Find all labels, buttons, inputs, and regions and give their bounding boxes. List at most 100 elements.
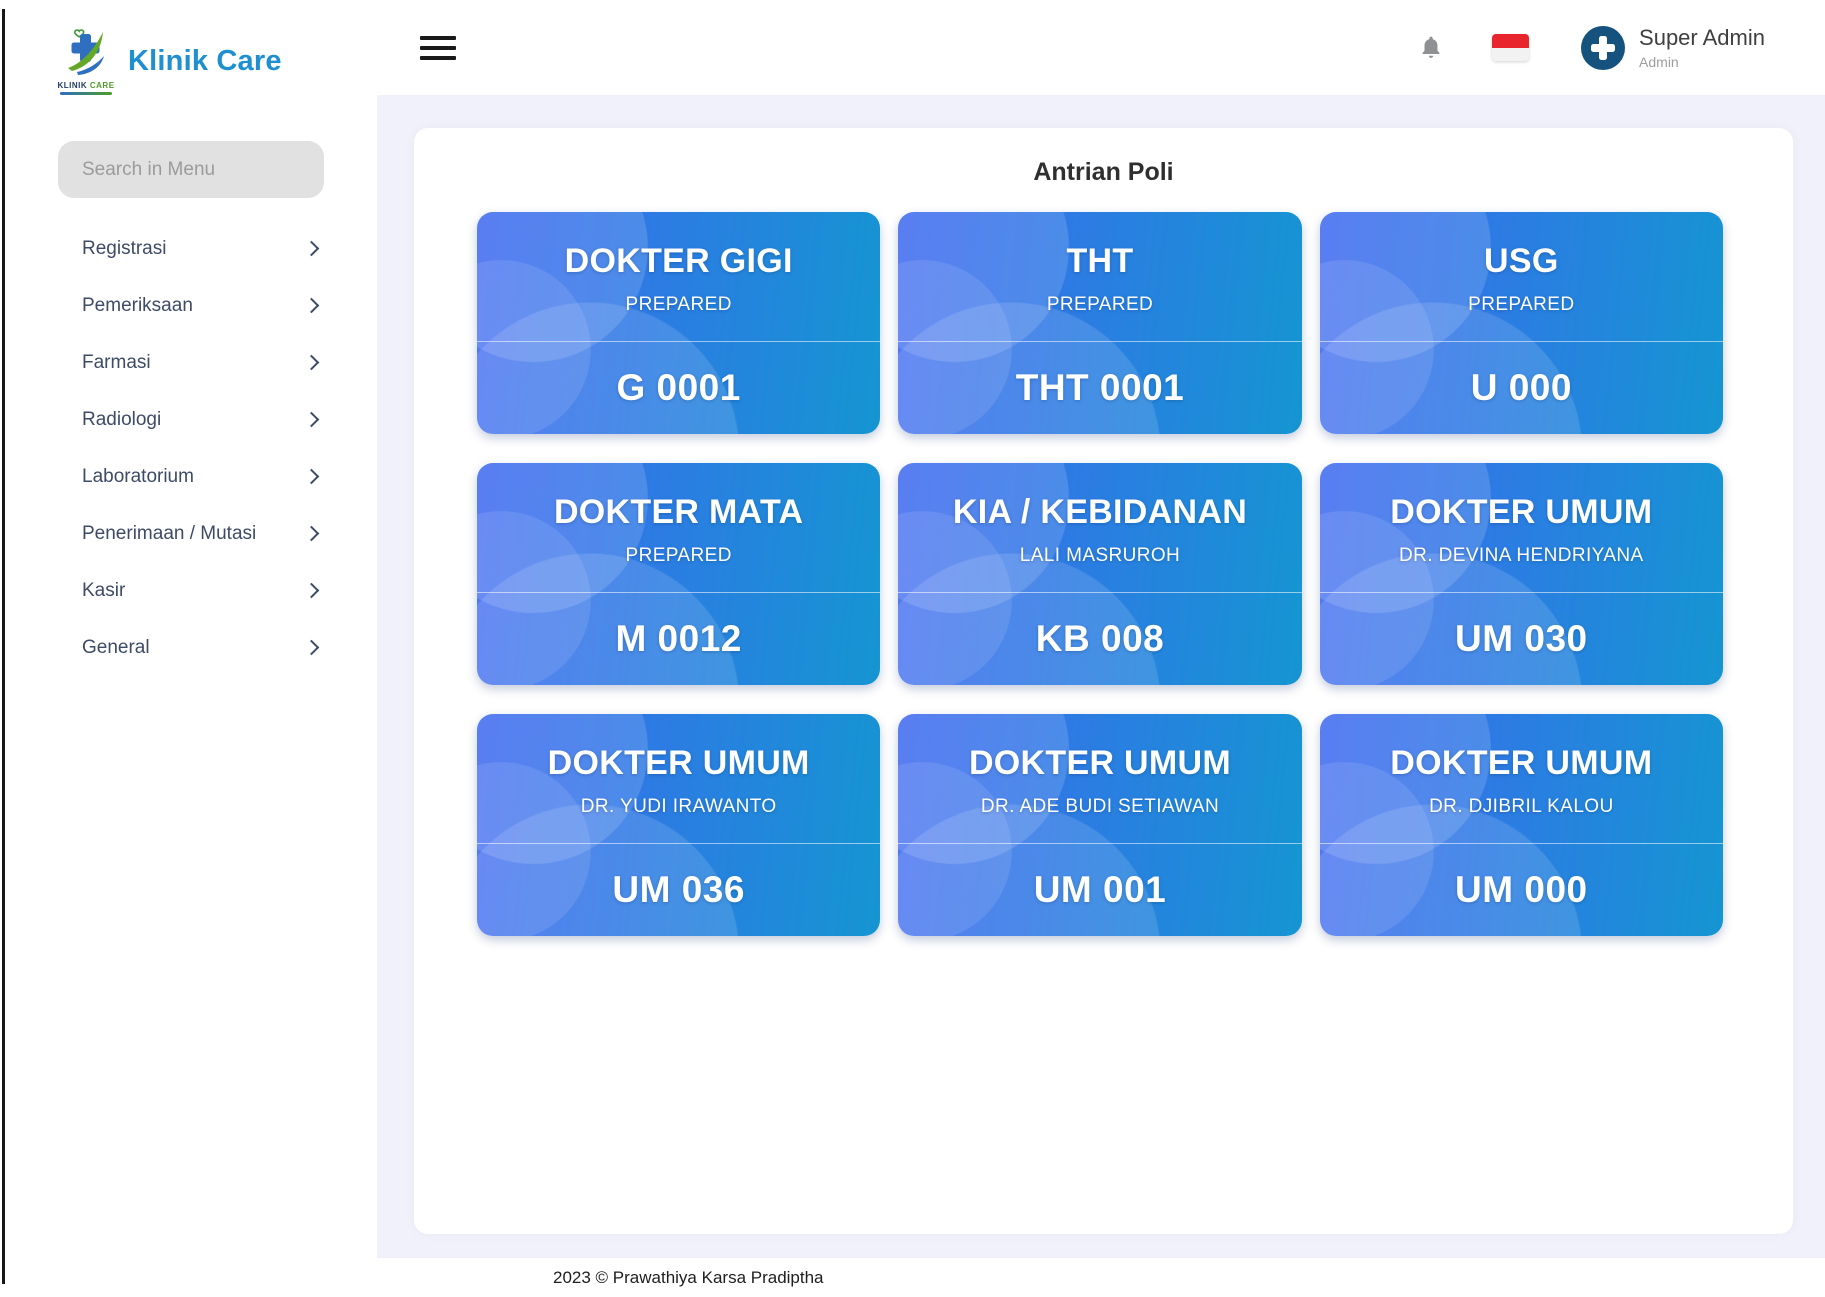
poli-subtitle: DR. DEVINA HENDRIYANA <box>1399 545 1644 567</box>
user-meta: Super Admin Admin <box>1639 25 1765 70</box>
poli-name: DOKTER UMUM <box>1390 744 1652 783</box>
queue-grid: DOKTER GIGI PREPARED G 0001 THT PREPARED… <box>477 212 1723 936</box>
notifications-button[interactable] <box>1418 34 1444 61</box>
queue-card-body: UM 030 <box>1320 593 1723 685</box>
sidebar-item-label: Pemeriksaan <box>82 295 193 317</box>
poli-name: DOKTER UMUM <box>969 744 1231 783</box>
logo-tagline <box>60 92 112 95</box>
sidebar-item-label: Penerimaan / Mutasi <box>82 523 256 545</box>
user-profile-button[interactable]: Super Admin Admin <box>1581 25 1765 70</box>
sidebar-item-registrasi[interactable]: Registrasi <box>0 220 377 277</box>
poli-subtitle: DR. YUDI IRAWANTO <box>581 796 777 818</box>
queue-card-body: KB 008 <box>898 593 1301 685</box>
queue-card: DOKTER UMUM DR. DJIBRIL KALOU UM 000 <box>1320 714 1723 936</box>
chevron-right-icon <box>304 298 320 314</box>
brand-wordmark: Klinik Care <box>128 45 282 78</box>
sidebar-item-laboratorium[interactable]: Laboratorium <box>0 448 377 505</box>
sidebar-item-penerimaan-mutasi[interactable]: Penerimaan / Mutasi <box>0 505 377 562</box>
queue-number: UM 000 <box>1455 869 1588 911</box>
search-input[interactable] <box>58 141 324 198</box>
main-content: Antrian Poli DOKTER GIGI PREPARED G 0001… <box>377 95 1825 1258</box>
hamburger-menu-icon[interactable] <box>420 36 456 60</box>
poli-subtitle: PREPARED <box>1468 294 1574 316</box>
language-flag-button[interactable] <box>1492 34 1529 61</box>
queue-card: THT PREPARED THT 0001 <box>898 212 1301 434</box>
antrian-poli-panel: Antrian Poli DOKTER GIGI PREPARED G 0001… <box>414 128 1793 1234</box>
sidebar-item-general[interactable]: General <box>0 619 377 676</box>
queue-number: UM 001 <box>1034 869 1167 911</box>
sidebar-menu: Registrasi Pemeriksaan Farmasi Radiologi… <box>0 220 377 676</box>
poli-subtitle: PREPARED <box>626 545 732 567</box>
poli-name: DOKTER MATA <box>554 493 803 532</box>
app-root: KLINIK CARE Klinik Care Registrasi Pemer… <box>0 0 1825 1297</box>
chevron-right-icon <box>304 526 320 542</box>
footer: 2023 © Prawathiya Karsa Pradiptha <box>377 1258 1825 1297</box>
queue-number: M 0012 <box>615 618 741 660</box>
poli-subtitle: LALI MASRUROH <box>1020 545 1180 567</box>
queue-number: THT 0001 <box>1016 367 1185 409</box>
sidebar-item-farmasi[interactable]: Farmasi <box>0 334 377 391</box>
queue-card-header: DOKTER MATA PREPARED <box>477 463 880 593</box>
queue-card-header: USG PREPARED <box>1320 212 1723 342</box>
chevron-right-icon <box>304 355 320 371</box>
sidebar-item-label: General <box>82 637 150 659</box>
bell-icon <box>1418 34 1444 61</box>
brand-logo[interactable]: KLINIK CARE Klinik Care <box>0 0 377 95</box>
sidebar-item-radiologi[interactable]: Radiologi <box>0 391 377 448</box>
chevron-right-icon <box>304 412 320 428</box>
poli-name: DOKTER UMUM <box>548 744 810 783</box>
poli-subtitle: DR. ADE BUDI SETIAWAN <box>981 796 1219 818</box>
queue-card-body: U 000 <box>1320 342 1723 434</box>
chevron-right-icon <box>304 583 320 599</box>
poli-subtitle: PREPARED <box>626 294 732 316</box>
copyright-text: 2023 © Prawathiya Karsa Pradiptha <box>553 1268 824 1288</box>
queue-card-header: DOKTER UMUM DR. ADE BUDI SETIAWAN <box>898 714 1301 844</box>
user-avatar <box>1581 26 1625 70</box>
user-name: Super Admin <box>1639 25 1765 51</box>
queue-card: DOKTER UMUM DR. ADE BUDI SETIAWAN UM 001 <box>898 714 1301 936</box>
poli-name: DOKTER GIGI <box>565 242 793 281</box>
sidebar-item-label: Farmasi <box>82 352 151 374</box>
queue-card: DOKTER MATA PREPARED M 0012 <box>477 463 880 685</box>
poli-subtitle: PREPARED <box>1047 294 1153 316</box>
poli-subtitle: DR. DJIBRIL KALOU <box>1429 796 1614 818</box>
sidebar-item-pemeriksaan[interactable]: Pemeriksaan <box>0 277 377 334</box>
poli-name: KIA / KEBIDANAN <box>953 493 1247 532</box>
queue-card: DOKTER GIGI PREPARED G 0001 <box>477 212 880 434</box>
queue-card-header: DOKTER UMUM DR. DEVINA HENDRIYANA <box>1320 463 1723 593</box>
indonesian-flag-icon <box>1492 34 1529 48</box>
queue-card: DOKTER UMUM DR. DEVINA HENDRIYANA UM 030 <box>1320 463 1723 685</box>
queue-card-header: DOKTER GIGI PREPARED <box>477 212 880 342</box>
queue-card-header: DOKTER UMUM DR. YUDI IRAWANTO <box>477 714 880 844</box>
sidebar-item-kasir[interactable]: Kasir <box>0 562 377 619</box>
user-role: Admin <box>1639 54 1765 70</box>
sidebar-item-label: Laboratorium <box>82 466 194 488</box>
queue-number: KB 008 <box>1036 618 1164 660</box>
chevron-right-icon <box>304 469 320 485</box>
header-actions: Super Admin Admin <box>1418 25 1765 70</box>
queue-card-body: G 0001 <box>477 342 880 434</box>
queue-number: UM 030 <box>1455 618 1588 660</box>
poli-name: USG <box>1484 242 1559 281</box>
logo-graphic <box>63 28 109 80</box>
queue-card-body: THT 0001 <box>898 342 1301 434</box>
sidebar-search <box>58 141 377 198</box>
chevron-right-icon <box>304 241 320 257</box>
poli-name: THT <box>1066 242 1133 281</box>
queue-card-body: UM 000 <box>1320 844 1723 936</box>
queue-card-header: KIA / KEBIDANAN LALI MASRUROH <box>898 463 1301 593</box>
logo-caption: KLINIK CARE <box>57 81 114 90</box>
queue-card: DOKTER UMUM DR. YUDI IRAWANTO UM 036 <box>477 714 880 936</box>
top-header: Super Admin Admin <box>377 0 1825 95</box>
sidebar-item-label: Registrasi <box>82 238 166 260</box>
queue-card-body: M 0012 <box>477 593 880 685</box>
poli-name: DOKTER UMUM <box>1390 493 1652 532</box>
queue-number: U 000 <box>1471 367 1572 409</box>
chevron-right-icon <box>304 640 320 656</box>
sidebar-item-label: Kasir <box>82 580 125 602</box>
queue-card-header: DOKTER UMUM DR. DJIBRIL KALOU <box>1320 714 1723 844</box>
queue-card-body: UM 001 <box>898 844 1301 936</box>
queue-card-header: THT PREPARED <box>898 212 1301 342</box>
sidebar: KLINIK CARE Klinik Care Registrasi Pemer… <box>0 0 377 1297</box>
queue-card-body: UM 036 <box>477 844 880 936</box>
